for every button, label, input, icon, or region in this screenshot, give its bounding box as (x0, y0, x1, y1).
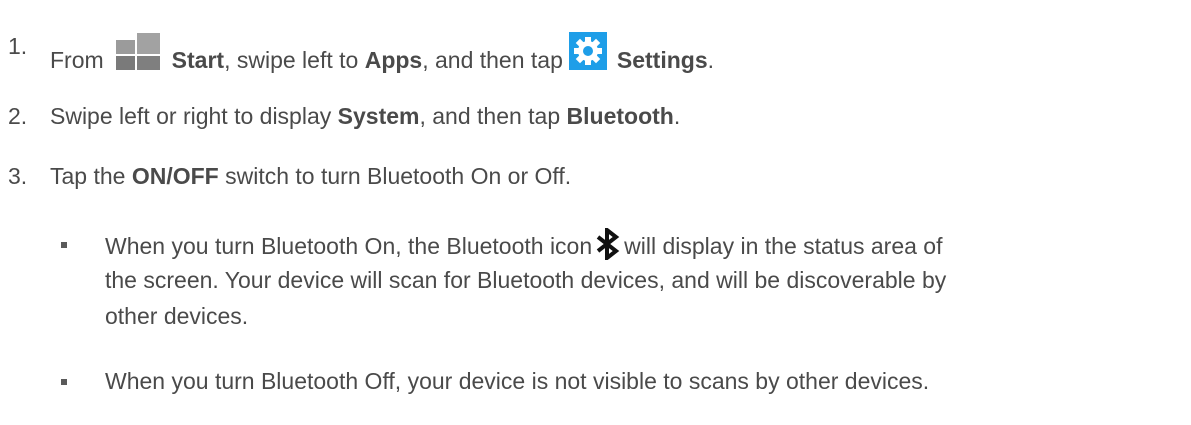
bullet-1-line-1: When you turn Bluetooth On, the Bluetoot… (105, 225, 943, 263)
windows-start-icon (110, 32, 162, 72)
step-text: From Start, swipe left to Apps, and then … (50, 32, 714, 74)
bullet-marker (61, 242, 67, 248)
step-text-segment: From (50, 47, 104, 73)
bluetooth-icon (594, 225, 622, 263)
step-text-segment: . (707, 47, 715, 73)
bullet-marker (61, 379, 67, 385)
apps-label: Apps (364, 47, 423, 73)
step-text-segment: , and then tap (422, 47, 563, 73)
on-off-label: ON/OFF (131, 163, 219, 189)
step-number: 2. (8, 103, 28, 129)
system-label: System (337, 103, 420, 129)
bullet-text-segment: will display in the status area of (624, 233, 943, 259)
bullet-1-line-2: the screen. Your device will scan for Bl… (105, 267, 947, 293)
step-number: 3. (8, 163, 28, 189)
step-text-segment: switch to turn Bluetooth On or Off. (218, 163, 572, 189)
bullet-text-segment: When you turn Bluetooth On, the Bluetoot… (105, 233, 593, 259)
bluetooth-label: Bluetooth (566, 103, 674, 129)
step-text-segment: , swipe left to (224, 47, 365, 73)
step-text-segment: Swipe left or right to display (50, 103, 338, 129)
bullet-1-line-3: other devices. (105, 303, 249, 329)
settings-gear-icon (568, 32, 607, 70)
start-label: Start (171, 47, 225, 73)
step-text: Tap the ON/OFF switch to turn Bluetooth … (50, 162, 571, 190)
step-text-segment: . (673, 103, 681, 129)
step-text: Swipe left or right to display System, a… (50, 102, 680, 130)
step-text-segment: , and then tap (419, 103, 567, 129)
bullet-2-line-1: When you turn Bluetooth Off, your device… (105, 368, 930, 394)
step-text-segment: Tap the (50, 163, 132, 189)
step-number: 1. (8, 33, 28, 59)
settings-label: Settings (616, 47, 708, 73)
